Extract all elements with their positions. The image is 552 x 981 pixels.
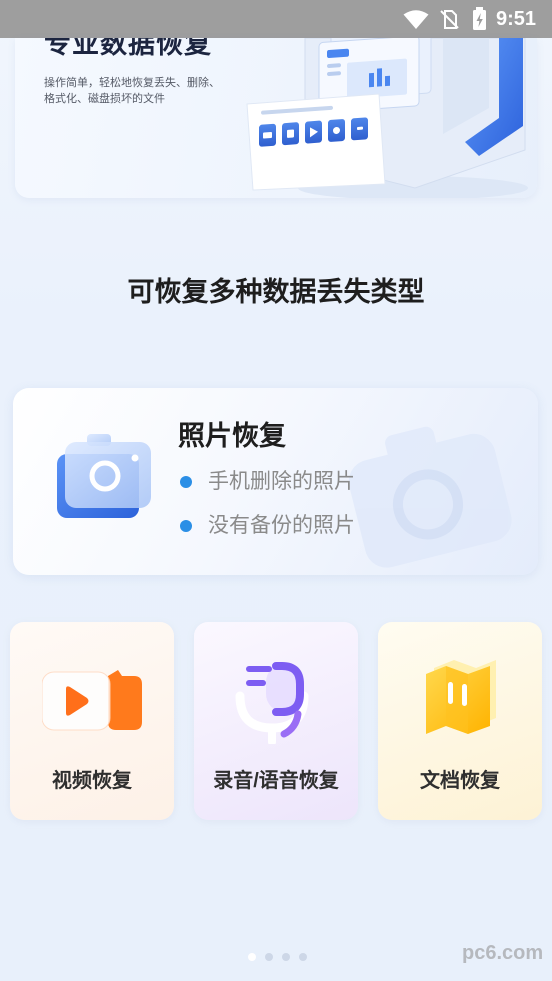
- photo-recovery-title: 照片恢复: [178, 421, 286, 451]
- banner-description-line: 格式化、磁盘损坏的文件: [44, 93, 165, 105]
- app-screen: 9:51 专业数据恢复 操作简单，轻松地恢复丢失、删除、 格式化、磁盘损坏的文件: [0, 0, 552, 981]
- bullet-text: 没有备份的照片: [208, 514, 355, 537]
- page-dot: [265, 953, 273, 961]
- document-recovery-card[interactable]: 文档恢复: [378, 622, 542, 820]
- section-heading: 可恢复多种数据丢失类型: [127, 277, 425, 307]
- video-recovery-label: 视频恢复: [52, 770, 132, 792]
- status-bar: 9:51: [0, 0, 552, 38]
- bullet-dot: [180, 520, 192, 532]
- bullet-dot: [180, 476, 192, 488]
- clock: 9:51: [496, 8, 537, 30]
- audio-recovery-card[interactable]: 录音/语音恢复: [194, 622, 358, 820]
- camera-icon: [57, 434, 151, 518]
- microphone-icon: [235, 662, 309, 744]
- page-dot-active: [248, 953, 256, 961]
- photo-recovery-card[interactable]: 照片恢复 手机删除的照片 没有备份的照片: [13, 388, 538, 575]
- audio-recovery-label: 录音/语音恢复: [213, 770, 339, 792]
- site-watermark: pc6.com: [462, 942, 544, 964]
- wifi-icon: [403, 10, 429, 29]
- no-sim-icon: [440, 10, 459, 29]
- banner-title: 专业数据恢复: [44, 38, 212, 59]
- data-recovery-illustration: [246, 38, 528, 198]
- battery-charging-icon: [473, 7, 486, 30]
- bullet-text: 手机删除的照片: [208, 470, 355, 493]
- promo-banner[interactable]: 专业数据恢复 操作简单，轻松地恢复丢失、删除、 格式化、磁盘损坏的文件: [15, 38, 537, 198]
- page-dot: [299, 953, 307, 961]
- video-recovery-card[interactable]: 视频恢复: [10, 622, 174, 820]
- video-icon: [42, 670, 142, 731]
- page-dot: [282, 953, 290, 961]
- banner-description-line: 操作简单，轻松地恢复丢失、删除、: [44, 77, 220, 89]
- page-indicator: [248, 953, 307, 961]
- document-icon: [426, 660, 496, 734]
- document-recovery-label: 文档恢复: [420, 770, 500, 792]
